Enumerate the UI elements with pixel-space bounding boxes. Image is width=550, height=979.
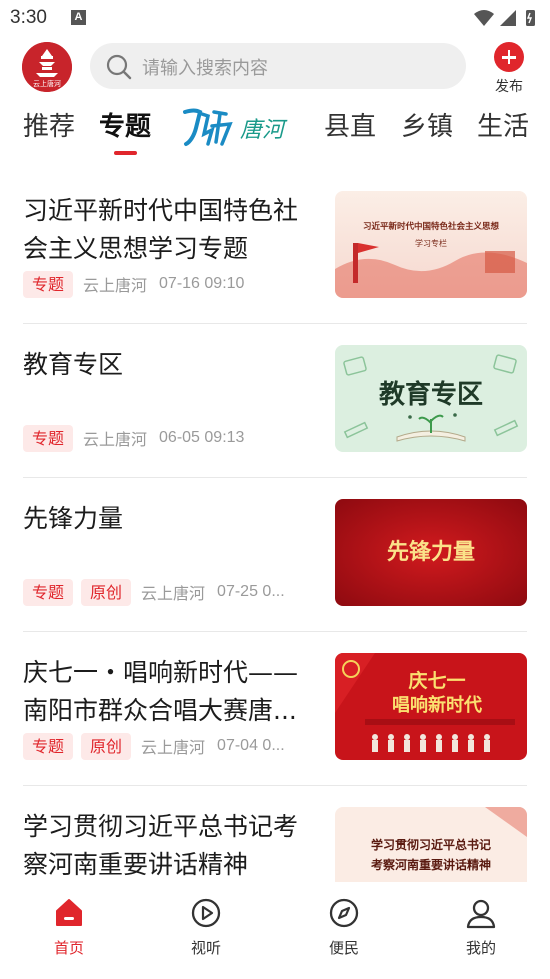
nav-label: 便民 xyxy=(328,939,359,957)
item-thumbnail: 习近平新时代中国特色社会主义思想 学习专栏 xyxy=(335,191,527,298)
status-bar: 3:30 A xyxy=(0,0,550,36)
item-title: 先锋力量 xyxy=(23,504,124,533)
thumb-title: 教育专区 xyxy=(379,379,483,410)
topic-badge: 专题 xyxy=(23,270,74,298)
user-icon xyxy=(466,899,496,929)
search-icon xyxy=(106,54,132,80)
item-meta: 专题 原创 云上唐河 07-04 0... xyxy=(23,732,313,760)
status-time: 3:30 xyxy=(10,7,47,28)
add-icon xyxy=(494,42,524,72)
item-source: 云上唐河 xyxy=(83,276,148,295)
feed-item[interactable]: 学习贯彻习近平总书记考察河南重要讲话精神 学习贯彻习近平总书记 考察河南重要讲话… xyxy=(0,786,550,882)
item-meta: 专题 云上唐河 07-16 09:10 xyxy=(23,270,313,298)
item-source: 云上唐河 xyxy=(141,738,206,757)
nav-label: 视听 xyxy=(190,939,221,957)
tab-towns[interactable]: 乡镇 xyxy=(401,106,453,143)
app-header: 云上唐河 请输入搜索内容 发布 xyxy=(0,36,550,98)
category-tabs: 推荐 专题 唐河 县直 乡镇 生活 xyxy=(0,100,550,160)
item-thumbnail: 先锋力量 xyxy=(335,499,527,606)
original-badge: 原创 xyxy=(81,732,132,760)
tab-topics[interactable]: 专题 xyxy=(99,106,151,143)
tab-life[interactable]: 生活 xyxy=(477,106,529,143)
nav-label: 首页 xyxy=(53,939,84,957)
tanghe-brand-logo-icon: 唐河 xyxy=(183,108,288,146)
item-title: 教育专区 xyxy=(23,350,124,379)
topic-badge: 专题 xyxy=(23,578,74,606)
feed-item[interactable]: 先锋力量 专题 原创 云上唐河 07-25 0... 先锋力量 xyxy=(0,478,550,632)
compass-icon xyxy=(329,898,359,928)
item-thumbnail: 教育专区 xyxy=(335,345,527,452)
item-meta: 专题 云上唐河 06-05 09:13 xyxy=(23,424,313,452)
original-badge: 原创 xyxy=(81,578,132,606)
feed-item[interactable]: 庆七一・唱响新时代——南阳市群众合唱大赛唐... 专题 原创 云上唐河 07-0… xyxy=(0,632,550,786)
item-time: 07-16 09:10 xyxy=(159,275,245,292)
thumb-title: 习近平新时代中国特色社会主义思想 xyxy=(363,221,500,232)
system-status-icons xyxy=(474,10,535,26)
thumb-subtitle: 学习专栏 xyxy=(415,238,447,248)
nav-services[interactable]: 便民 xyxy=(304,897,384,958)
item-thumbnail: 庆七一 唱响新时代 xyxy=(335,653,527,760)
notification-icon: A xyxy=(71,10,86,25)
active-tab-indicator xyxy=(114,151,137,155)
item-time: 07-25 0... xyxy=(217,583,285,600)
topic-badge: 专题 xyxy=(23,732,74,760)
thumb-title: 学习贯彻习近平总书记 xyxy=(371,837,491,852)
tanghe-logo-icon: 云上唐河 xyxy=(22,42,72,92)
thumb-title: 先锋力量 xyxy=(387,539,475,565)
item-meta: 专题 原创 云上唐河 07-25 0... xyxy=(23,578,313,606)
nav-profile[interactable]: 我的 xyxy=(441,897,521,958)
item-title: 习近平新时代中国特色社会主义思想学习专题 xyxy=(23,196,299,263)
play-icon xyxy=(191,898,221,928)
tab-county[interactable]: 县直 xyxy=(324,106,376,143)
item-title: 庆七一・唱响新时代——南阳市群众合唱大赛唐... xyxy=(23,658,299,725)
feed-item[interactable]: 教育专区 专题 云上唐河 06-05 09:13 教育专区 xyxy=(0,324,550,478)
logo-text: 云上唐河 xyxy=(33,79,61,88)
nav-home[interactable]: 首页 xyxy=(29,897,109,958)
topic-feed: 习近平新时代中国特色社会主义思想学习专题 专题 云上唐河 07-16 09:10… xyxy=(0,170,550,882)
tab-tanghe-brand[interactable]: 唐河 xyxy=(182,104,294,148)
nav-label: 我的 xyxy=(465,939,496,957)
brand-text: 唐河 xyxy=(240,118,288,143)
feed-item[interactable]: 习近平新时代中国特色社会主义思想学习专题 专题 云上唐河 07-16 09:10… xyxy=(0,170,550,324)
item-title: 学习贯彻习近平总书记考察河南重要讲话精神 xyxy=(23,812,299,879)
topic-badge: 专题 xyxy=(23,424,74,452)
thumb-title: 庆七一 xyxy=(408,669,465,692)
item-thumbnail: 学习贯彻习近平总书记 考察河南重要讲话精神 xyxy=(335,807,527,882)
item-source: 云上唐河 xyxy=(83,430,148,449)
search-placeholder: 请输入搜索内容 xyxy=(142,58,268,79)
app-logo[interactable]: 云上唐河 xyxy=(22,42,72,92)
item-time: 06-05 09:13 xyxy=(159,429,245,446)
bottom-navigation: 首页 视听 便民 我的 xyxy=(0,882,550,979)
thumb-subtitle: 考察河南重要讲话精神 xyxy=(371,857,491,872)
tab-recommend[interactable]: 推荐 xyxy=(23,106,75,143)
item-time: 07-04 0... xyxy=(217,737,285,754)
thumb-subtitle: 唱响新时代 xyxy=(392,694,482,716)
publish-label: 发布 xyxy=(495,79,523,95)
home-icon xyxy=(56,899,82,926)
publish-button[interactable]: 发布 xyxy=(490,42,528,95)
nav-video[interactable]: 视听 xyxy=(166,897,246,958)
search-bar[interactable]: 请输入搜索内容 xyxy=(90,43,466,89)
item-source: 云上唐河 xyxy=(141,584,206,603)
